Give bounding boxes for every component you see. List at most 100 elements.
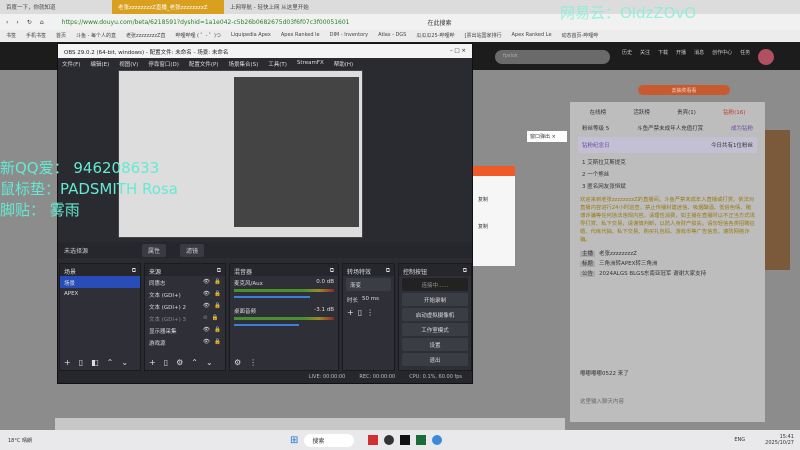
url-input[interactable]: https://www.douyu.com/beta/6218591?dyshi…	[62, 19, 350, 26]
window-controls[interactable]: – □ ×	[450, 48, 466, 54]
start-icon[interactable]: ⊞	[290, 435, 298, 446]
menu-docks[interactable]: 停靠窗口(D)	[148, 60, 179, 68]
clock[interactable]: 15:41 2025/10/27	[765, 434, 794, 446]
join-diamond-button[interactable]: 成为钻粉	[731, 124, 753, 132]
tab-nav[interactable]: 上网导航 - 轻快上网 从这里开始	[224, 0, 336, 14]
tab-diamond-fans[interactable]: 钻粉(16)	[723, 108, 745, 116]
reload-icon[interactable]: ↻	[27, 19, 32, 26]
download-button[interactable]: 下载	[658, 49, 668, 65]
browser-search-input[interactable]: 在此搜索	[427, 18, 451, 27]
add-icon[interactable]: +	[347, 308, 354, 317]
douyu-search-input[interactable]: fpslok	[495, 50, 610, 64]
bookmark[interactable]: 老张zzzzzzzzZ直	[126, 32, 165, 40]
tasks-button[interactable]: 任务	[740, 49, 750, 65]
anniversary-count[interactable]: 今日共有1位粉丝	[711, 141, 753, 149]
bookmark[interactable]: 哔哩哔哩 ( ゜- ゜)つ	[175, 32, 220, 40]
tab-baidu[interactable]: 百度一下，你就知道	[0, 0, 112, 14]
scene-item[interactable]: APEX	[60, 288, 140, 300]
exit-button[interactable]: 退出	[402, 353, 468, 366]
scene-item[interactable]: 场景	[60, 276, 140, 288]
app-icon[interactable]	[384, 435, 395, 445]
start-recording-button[interactable]: 开始录制	[402, 293, 468, 306]
stream-text-overlay: 新QQ爱： 946208633 鼠标垫：PADSMITH Rosa 脚贴： 雾雨	[0, 158, 178, 221]
down-icon[interactable]: ⌄	[121, 358, 128, 367]
menu-streamfx[interactable]: StreamFX	[297, 60, 324, 67]
tab-vip[interactable]: 贵宾(1)	[677, 108, 696, 116]
add-icon[interactable]: +	[149, 358, 156, 367]
gift-bar[interactable]	[55, 418, 565, 430]
bookmark[interactable]: DIM - Inventory	[330, 32, 369, 40]
add-icon[interactable]: +	[64, 358, 71, 367]
volume-slider[interactable]	[234, 296, 310, 298]
up-icon[interactable]: ⌃	[107, 358, 114, 367]
taskbar-search[interactable]: 搜索	[304, 433, 355, 447]
menu-edit[interactable]: 编辑(E)	[90, 60, 109, 68]
weather-widget[interactable]: 18°C 晴朗	[0, 437, 290, 444]
tab-active-rank[interactable]: 活跃榜	[633, 108, 650, 116]
more-icon[interactable]: ⋮	[366, 308, 374, 317]
duration-input[interactable]: 50 ms	[362, 296, 379, 302]
bookmark[interactable]: 动态首页-哔哩哔	[562, 32, 599, 40]
messages-button[interactable]: 消息	[694, 49, 704, 65]
bookmark[interactable]: 手机书签	[26, 32, 46, 40]
bookmark[interactable]: 瓜瓜瓜25-哔哩哔	[416, 32, 454, 40]
bookmark[interactable]: Apex Ranked le	[281, 32, 320, 40]
ad-banner[interactable]	[765, 130, 790, 270]
start-virtual-camera-button[interactable]: 启动虚拟摄像机	[402, 308, 468, 321]
creator-center-button[interactable]: 创作中心	[712, 49, 732, 65]
properties-button[interactable]: 属性	[142, 243, 167, 257]
source-item[interactable]: 文本 (GDI+) 2 👁 🔒	[145, 300, 225, 312]
app-icon[interactable]	[400, 435, 411, 445]
bookmark[interactable]: Atlas - DGS	[378, 32, 406, 40]
up-icon[interactable]: ⌃	[191, 358, 198, 367]
volume-slider[interactable]	[234, 324, 299, 326]
forward-icon[interactable]: ›	[16, 19, 18, 26]
avatar[interactable]	[758, 49, 775, 65]
lottery-cta-button[interactable]: 去抽奖看看	[638, 85, 730, 95]
app-icon[interactable]	[416, 435, 427, 445]
filters-button[interactable]: 滤镜	[180, 243, 205, 257]
copy-button[interactable]: 复制	[470, 223, 515, 230]
transition-select[interactable]: 渐变	[346, 278, 391, 291]
more-icon[interactable]: ⋮	[249, 358, 257, 367]
back-icon[interactable]: ‹	[6, 19, 8, 26]
tab-douyu[interactable]: 老张zzzzzzzzZ直播_老张zzzzzzzzZ	[112, 0, 224, 14]
language-indicator[interactable]: ENG	[734, 437, 745, 443]
menu-tools[interactable]: 工具(T)	[268, 60, 287, 68]
bookmark[interactable]: Liquipedia Apex	[231, 32, 271, 40]
bookmark[interactable]: 斗鱼 - 每个人的直	[76, 32, 116, 40]
trash-icon[interactable]: ▯	[164, 358, 168, 367]
history-button[interactable]: 历史	[622, 49, 632, 65]
trash-icon[interactable]: ▯	[79, 358, 83, 367]
down-icon[interactable]: ⌄	[206, 358, 213, 367]
menu-scene-collection[interactable]: 场景集合(S)	[228, 60, 258, 68]
source-item[interactable]: 文本 (GDI+) 3 ⊘ 🔒	[145, 312, 225, 324]
menu-help[interactable]: 帮助(H)	[334, 60, 353, 68]
follow-button[interactable]: 关注	[640, 49, 650, 65]
source-item[interactable]: 游戏源 👁 🔒	[145, 336, 225, 348]
copy-button[interactable]: 复制	[470, 176, 515, 223]
source-item[interactable]: 文本 (GDI+) 👁 🔒	[145, 288, 225, 300]
bookmark[interactable]: [票出站国家排行	[465, 32, 502, 40]
menu-view[interactable]: 视图(V)	[119, 60, 138, 68]
filter-icon[interactable]: ◧	[91, 358, 99, 367]
bookmark[interactable]: 书签	[6, 32, 16, 40]
gear-icon[interactable]: ⚙	[176, 358, 183, 367]
home-icon[interactable]: ⌂	[40, 19, 44, 26]
tab-online-rank[interactable]: 在线榜	[590, 108, 607, 116]
app-icon[interactable]	[368, 435, 379, 445]
source-item[interactable]: 显示器采集 👁 🔒	[145, 324, 225, 336]
broadcast-button[interactable]: 开播	[676, 49, 686, 65]
audio-settings-icon[interactable]: ⚙	[234, 358, 241, 367]
chat-input[interactable]: 这里输入聊天内容	[570, 396, 765, 406]
menu-file[interactable]: 文件(F)	[62, 60, 80, 68]
bookmark[interactable]: 首页	[56, 32, 66, 40]
popout-window-button[interactable]: 窗口弹出 ×	[527, 131, 567, 142]
settings-button[interactable]: 设置	[402, 338, 468, 351]
studio-mode-button[interactable]: 工作室模式	[402, 323, 468, 336]
source-item[interactable]: 同惠志 👁 🔒	[145, 276, 225, 288]
menu-profile[interactable]: 配置文件(P)	[189, 60, 219, 68]
bookmark[interactable]: Apex Ranked Le	[511, 32, 551, 40]
trash-icon[interactable]: ▯	[358, 308, 362, 317]
browser-app-icon[interactable]	[432, 435, 443, 445]
